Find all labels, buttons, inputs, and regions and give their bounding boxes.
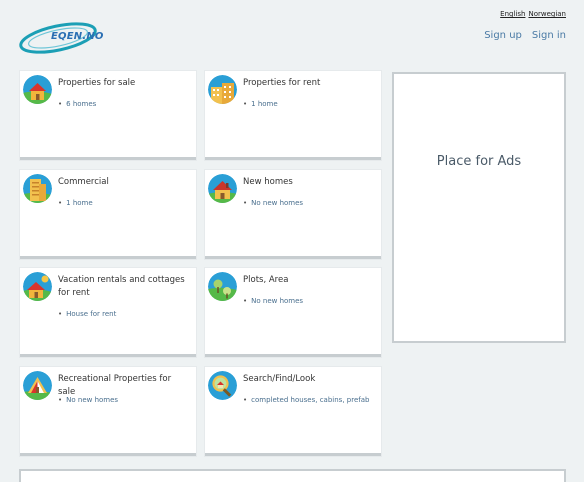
card-title: New homes — [243, 177, 293, 187]
signin-link[interactable]: Sign in — [532, 30, 566, 41]
category-card-new-homes[interactable]: New homes No new homes — [205, 170, 381, 259]
auth-links: Sign up Sign in — [474, 30, 566, 41]
card-title: Search/Find/Look — [243, 374, 316, 384]
card-title: Recreational Properties for sale — [58, 374, 172, 397]
bottom-panel — [19, 469, 566, 482]
house-for-sale-icon — [23, 75, 52, 104]
card-title: Commercial — [58, 177, 109, 187]
site-logo[interactable]: EQEN.NO — [18, 16, 103, 62]
card-title: Properties for sale — [58, 78, 136, 88]
logo-text: EQEN.NO — [51, 31, 104, 42]
card-title: Vacation rentals and cottages for rent — [58, 275, 185, 298]
language-norwegian-link[interactable]: Norwegian — [528, 10, 566, 18]
apartment-building-icon — [208, 75, 237, 104]
signup-link[interactable]: Sign up — [484, 30, 522, 41]
category-card-recreational-properties[interactable]: Recreational Properties for sale No new … — [20, 367, 196, 456]
ad-placeholder-label: Place for Ads — [436, 154, 522, 169]
new-house-icon — [208, 174, 237, 203]
tent-icon — [23, 371, 52, 400]
category-card-plots-area[interactable]: Plots, Area No new homes — [205, 268, 381, 357]
category-card-search[interactable]: Search/Find/Look completed houses, cabin… — [205, 367, 381, 456]
card-subtitle[interactable]: completed houses, cabins, prefab — [243, 396, 369, 404]
ad-placeholder: Place for Ads — [392, 72, 566, 343]
card-subtitle[interactable]: No new homes — [243, 297, 303, 305]
language-english-link[interactable]: English — [500, 10, 525, 18]
category-card-properties-for-sale[interactable]: Properties for sale 6 homes — [20, 71, 196, 160]
card-title: Properties for rent — [243, 78, 321, 88]
card-subtitle[interactable]: 6 homes — [58, 100, 96, 108]
card-subtitle[interactable]: No new homes — [243, 199, 303, 207]
category-card-vacation-rentals[interactable]: Vacation rentals and cottages for rent H… — [20, 268, 196, 357]
card-subtitle[interactable]: No new homes — [58, 396, 118, 404]
language-switcher: English Norwegian — [497, 10, 566, 18]
trees-plot-icon — [208, 272, 237, 301]
cottage-icon — [23, 272, 52, 301]
category-card-commercial[interactable]: Commercial 1 home — [20, 170, 196, 259]
office-building-icon — [23, 174, 52, 203]
card-title: Plots, Area — [243, 275, 289, 285]
card-subtitle[interactable]: 1 home — [58, 199, 93, 207]
magnifier-search-icon — [208, 371, 237, 400]
category-card-properties-for-rent[interactable]: Properties for rent 1 home — [205, 71, 381, 160]
card-subtitle[interactable]: 1 home — [243, 100, 278, 108]
card-subtitle[interactable]: House for rent — [58, 310, 116, 318]
